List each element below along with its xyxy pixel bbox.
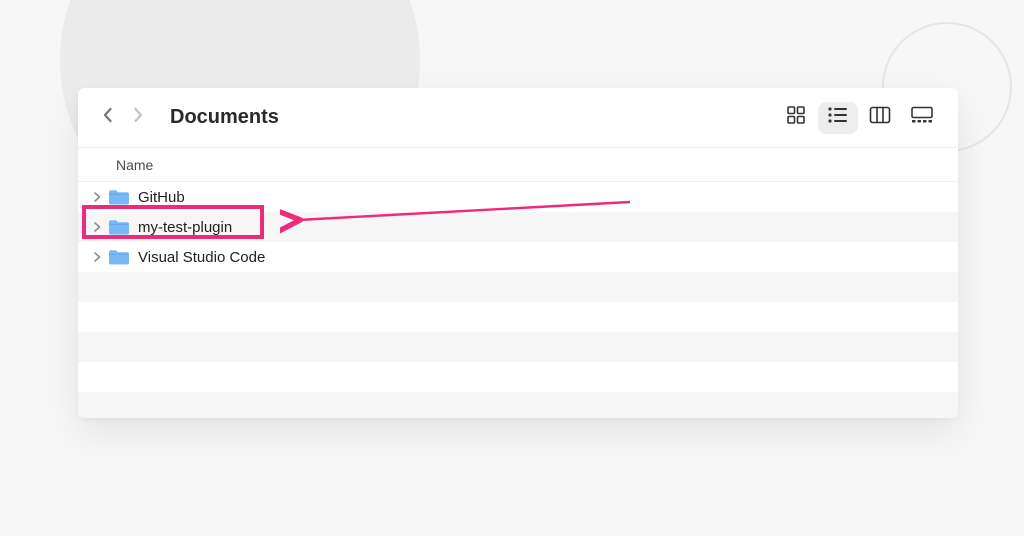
empty-row — [78, 272, 958, 302]
column-header-name[interactable]: Name — [116, 157, 153, 173]
list-view-icon — [827, 106, 849, 129]
empty-row — [78, 332, 958, 362]
column-header-row: Name — [78, 148, 958, 182]
disclosure-chevron-icon[interactable] — [90, 222, 104, 232]
column-view-button[interactable] — [860, 102, 900, 134]
gallery-view-icon — [910, 106, 934, 129]
disclosure-chevron-icon[interactable] — [90, 252, 104, 262]
table-row[interactable]: my-test-plugin — [78, 212, 958, 242]
folder-icon — [108, 218, 130, 236]
table-row[interactable]: GitHub — [78, 182, 958, 212]
file-list: GitHub my-test-plugin Visual Studio Code — [78, 182, 958, 418]
row-name: my-test-plugin — [138, 219, 232, 236]
empty-row — [78, 302, 958, 332]
row-name: GitHub — [138, 189, 185, 206]
toolbar: Documents — [78, 88, 958, 148]
list-view-button[interactable] — [818, 102, 858, 134]
disclosure-chevron-icon[interactable] — [90, 192, 104, 202]
table-row[interactable]: Visual Studio Code — [78, 242, 958, 272]
row-name: Visual Studio Code — [138, 249, 265, 266]
back-button[interactable] — [94, 103, 122, 133]
icon-view-button[interactable] — [776, 102, 816, 134]
chevron-right-icon — [131, 105, 145, 130]
empty-row — [78, 392, 958, 418]
window-title: Documents — [170, 106, 279, 129]
chevron-left-icon — [101, 105, 115, 130]
view-switcher — [776, 102, 942, 134]
forward-button[interactable] — [124, 103, 152, 133]
icon-view-icon — [786, 105, 806, 130]
column-view-icon — [869, 106, 891, 129]
folder-icon — [108, 248, 130, 266]
gallery-view-button[interactable] — [902, 102, 942, 134]
navigation-controls — [94, 103, 152, 133]
empty-row — [78, 362, 958, 392]
finder-window: Documents — [78, 88, 958, 418]
folder-icon — [108, 188, 130, 206]
